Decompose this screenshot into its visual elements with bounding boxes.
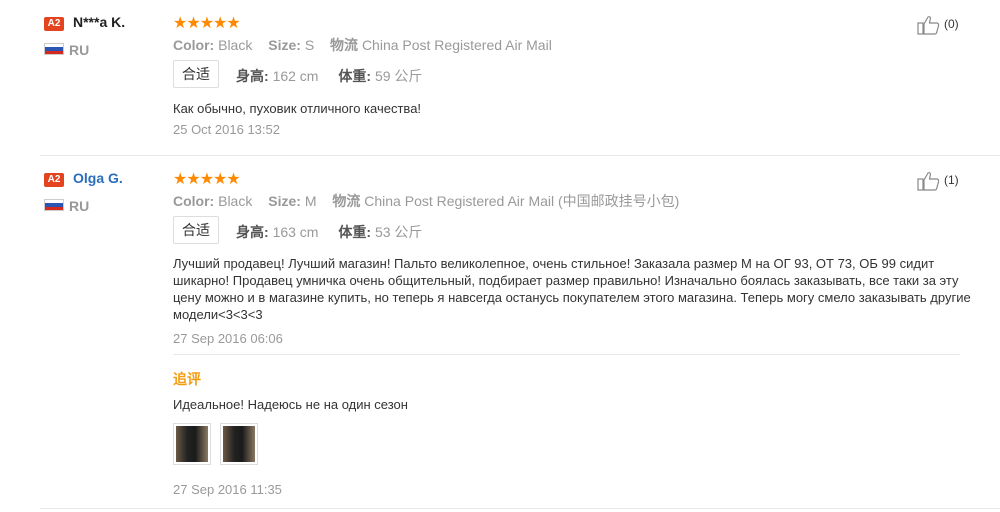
shipping-label: 物流 bbox=[332, 193, 361, 209]
size-label: Size: bbox=[268, 193, 301, 209]
weight-value: 59 公斤 bbox=[374, 68, 423, 84]
weight-label: 体重: bbox=[338, 68, 372, 84]
buyer-level-badge: A2 bbox=[44, 173, 64, 187]
weight-value: 53 公斤 bbox=[374, 224, 423, 240]
review-photo-thumbnail[interactable] bbox=[220, 423, 258, 465]
size-value: S bbox=[304, 37, 315, 53]
buyer-name: Olga G. bbox=[73, 170, 123, 186]
review-item: A2 N***a K. RU ★★★★★ Color: Black Size: … bbox=[40, 0, 1000, 156]
shipping-value: China Post Registered Air Mail (中国邮政挂号小包… bbox=[364, 193, 680, 209]
color-label: Color: bbox=[173, 37, 215, 53]
body-measurements: 身高: 162 cm 体重: 59 公斤 bbox=[236, 66, 438, 86]
review-item: A2 Olga G. RU ★★★★★ Color: Black Size: M… bbox=[40, 156, 1000, 509]
buyer-level-badge: A2 bbox=[44, 17, 64, 31]
body-measurements: 身高: 163 cm 体重: 53 公斤 bbox=[236, 222, 438, 242]
height-label: 身高: bbox=[236, 224, 269, 240]
size-label: Size: bbox=[268, 37, 301, 53]
russia-flag-icon bbox=[44, 199, 64, 211]
rating-stars: ★★★★★ bbox=[173, 15, 241, 32]
shipping-label: 物流 bbox=[330, 37, 359, 53]
review-photo-thumbnail[interactable] bbox=[173, 423, 211, 465]
like-count: (0) bbox=[944, 17, 959, 31]
followup-divider bbox=[173, 354, 960, 355]
height-value: 163 cm bbox=[272, 224, 319, 240]
rating-stars: ★★★★★ bbox=[173, 171, 241, 188]
russia-flag-icon bbox=[44, 43, 64, 55]
height-label: 身高: bbox=[236, 68, 269, 84]
buyer-country: RU bbox=[69, 42, 90, 58]
thumbs-up-icon[interactable] bbox=[917, 15, 941, 35]
color-label: Color: bbox=[173, 193, 215, 209]
shipping-value: China Post Registered Air Mail bbox=[361, 37, 552, 53]
height-value: 162 cm bbox=[272, 68, 319, 84]
order-attributes: Color: Black Size: M 物流 China Post Regis… bbox=[173, 191, 691, 211]
review-date: 27 Sep 2016 06:06 bbox=[173, 331, 283, 346]
order-attributes: Color: Black Size: S 物流 China Post Regis… bbox=[173, 35, 564, 55]
followup-date: 27 Sep 2016 11:35 bbox=[173, 482, 282, 497]
thumbs-up-icon[interactable] bbox=[917, 171, 941, 191]
like-count: (1) bbox=[944, 173, 959, 187]
color-value: Black bbox=[218, 37, 253, 53]
fit-tag: 合适 bbox=[173, 216, 219, 244]
review-date: 25 Oct 2016 13:52 bbox=[173, 122, 280, 137]
weight-label: 体重: bbox=[338, 224, 372, 240]
size-value: M bbox=[304, 193, 317, 209]
buyer-name: N***a K. bbox=[73, 14, 126, 30]
followup-text: Идеальное! Надеюсь не на один сезон bbox=[173, 397, 408, 412]
color-value: Black bbox=[218, 193, 253, 209]
fit-tag: 合适 bbox=[173, 60, 219, 88]
followup-label: 追评 bbox=[173, 371, 201, 387]
review-text: Как обычно, пуховик отличного качества! bbox=[173, 101, 422, 116]
buyer-country: RU bbox=[69, 198, 90, 214]
review-text: Лучший продавец! Лучший магазин! Пальто … bbox=[173, 256, 971, 322]
